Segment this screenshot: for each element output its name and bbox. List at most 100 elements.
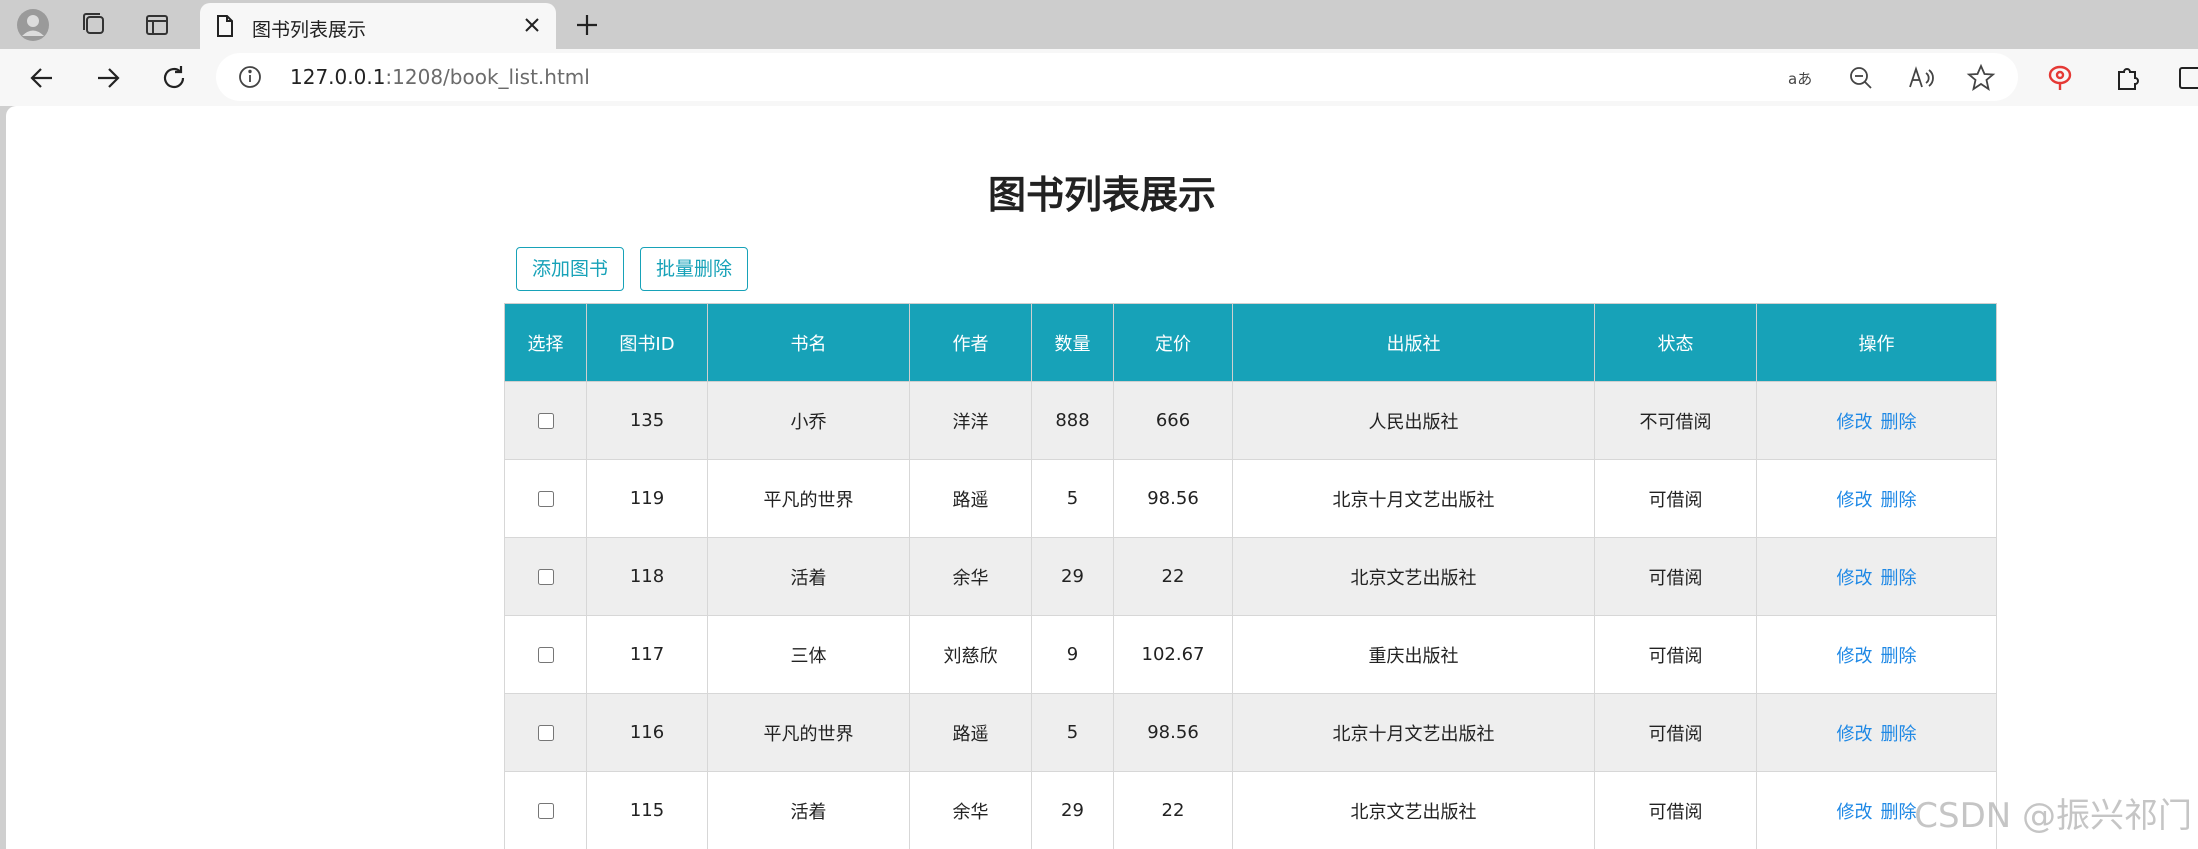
header-count: 数量: [1031, 303, 1114, 382]
table-row: 135 小乔 洋洋 888 666 人民出版社 不可借阅 修改 删除: [504, 381, 1997, 460]
count-cell: 9: [1031, 615, 1114, 694]
tab-book-list[interactable]: 图书列表展示: [200, 3, 556, 49]
edit-link[interactable]: 修改: [1837, 724, 1873, 745]
row-checkbox[interactable]: [537, 803, 554, 819]
book-name-cell: 活着: [707, 771, 910, 849]
address-bar[interactable]: 127.0.0.1:1208/book_list.html aあ: [216, 53, 2018, 101]
browser-toolbar: 127.0.0.1:1208/book_list.html aあ: [0, 49, 2198, 106]
table-header-row: 选择 图书ID 书名 作者 数量 定价 出版社 状态 操作: [504, 303, 1997, 382]
select-cell: [504, 771, 587, 849]
status-cell: 可借阅: [1594, 693, 1757, 772]
table-row: 118 活着 余华 29 22 北京文艺出版社 可借阅 修改 删除: [504, 537, 1997, 616]
delete-link[interactable]: 删除: [1881, 568, 1917, 589]
actions-cell: 修改 删除: [1756, 537, 1997, 616]
price-cell: 666: [1113, 381, 1233, 460]
edit-link[interactable]: 修改: [1837, 568, 1873, 589]
price-cell: 22: [1113, 771, 1233, 849]
row-checkbox[interactable]: [537, 647, 554, 663]
profile-avatar-icon[interactable]: [16, 8, 50, 42]
delete-link[interactable]: 删除: [1881, 490, 1917, 511]
delete-link[interactable]: 删除: [1881, 646, 1917, 667]
select-cell: [504, 459, 587, 538]
page-title: 图书列表展示: [987, 173, 1216, 217]
price-cell: 22: [1113, 537, 1233, 616]
price-cell: 98.56: [1113, 459, 1233, 538]
new-tab-icon[interactable]: [570, 8, 604, 42]
batch-delete-button[interactable]: 批量删除: [640, 247, 748, 291]
row-checkbox[interactable]: [537, 725, 554, 741]
favorite-star-icon[interactable]: [1966, 63, 1996, 93]
header-author: 作者: [909, 303, 1032, 382]
vertical-tabs-icon[interactable]: [140, 8, 174, 42]
header-book-name: 书名: [707, 303, 910, 382]
select-cell: [504, 693, 587, 772]
translate-icon[interactable]: aあ: [1786, 63, 1816, 93]
close-tab-icon[interactable]: [518, 11, 546, 39]
header-price: 定价: [1113, 303, 1233, 382]
split-screen-icon[interactable]: [2178, 60, 2198, 96]
price-cell: 98.56: [1113, 693, 1233, 772]
book-name-cell: 小乔: [707, 381, 910, 460]
delete-link[interactable]: 删除: [1881, 802, 1917, 823]
edit-link[interactable]: 修改: [1837, 802, 1873, 823]
delete-link[interactable]: 删除: [1881, 412, 1917, 433]
count-cell: 5: [1031, 693, 1114, 772]
author-cell: 路遥: [909, 693, 1032, 772]
page-viewport: 图书列表展示 添加图书 批量删除 选择 图书ID 书名 作者 数量 定价 出版社…: [6, 106, 2198, 849]
edit-link[interactable]: 修改: [1837, 490, 1873, 511]
edit-link[interactable]: 修改: [1837, 412, 1873, 433]
book-id-cell: 115: [586, 771, 708, 849]
row-checkbox[interactable]: [537, 569, 554, 585]
back-icon[interactable]: [24, 60, 60, 96]
actions-cell: 修改 删除: [1756, 381, 1997, 460]
forward-icon[interactable]: [90, 60, 126, 96]
price-cell: 102.67: [1113, 615, 1233, 694]
row-checkbox[interactable]: [537, 491, 554, 507]
header-publisher: 出版社: [1232, 303, 1595, 382]
publisher-cell: 北京十月文艺出版社: [1232, 693, 1595, 772]
collections-icon[interactable]: [78, 8, 112, 42]
extension-red-icon[interactable]: [2042, 60, 2078, 96]
book-id-cell: 118: [586, 537, 708, 616]
url-path: :1208/book_list.html: [385, 65, 590, 89]
table-row: 116 平凡的世界 路遥 5 98.56 北京十月文艺出版社 可借阅 修改 删除: [504, 693, 1997, 772]
status-cell: 不可借阅: [1594, 381, 1757, 460]
site-info-icon[interactable]: [238, 65, 262, 89]
row-checkbox[interactable]: [537, 413, 554, 429]
book-id-cell: 135: [586, 381, 708, 460]
book-id-cell: 117: [586, 615, 708, 694]
url-host: 127.0.0.1: [290, 65, 386, 89]
status-cell: 可借阅: [1594, 615, 1757, 694]
tab-title: 图书列表展示: [252, 19, 367, 41]
page-icon: [217, 15, 233, 37]
header-select: 选择: [504, 303, 587, 382]
table-row: 117 三体 刘慈欣 9 102.67 重庆出版社 可借阅 修改 删除: [504, 615, 1997, 694]
book-name-cell: 平凡的世界: [707, 693, 910, 772]
author-cell: 洋洋: [909, 381, 1032, 460]
book-name-cell: 三体: [707, 615, 910, 694]
add-book-button[interactable]: 添加图书: [516, 247, 624, 291]
count-cell: 29: [1031, 771, 1114, 849]
author-cell: 余华: [909, 537, 1032, 616]
zoom-out-icon[interactable]: [1846, 63, 1876, 93]
select-cell: [504, 537, 587, 616]
delete-link[interactable]: 删除: [1881, 724, 1917, 745]
count-cell: 5: [1031, 459, 1114, 538]
refresh-icon[interactable]: [156, 60, 192, 96]
status-cell: 可借阅: [1594, 537, 1757, 616]
actions-cell: 修改 删除: [1756, 693, 1997, 772]
table-row: 119 平凡的世界 路遥 5 98.56 北京十月文艺出版社 可借阅 修改 删除: [504, 459, 1997, 538]
header-book-id: 图书ID: [586, 303, 708, 382]
edit-link[interactable]: 修改: [1837, 646, 1873, 667]
select-cell: [504, 615, 587, 694]
book-id-cell: 119: [586, 459, 708, 538]
extensions-puzzle-icon[interactable]: [2110, 60, 2146, 96]
url-text[interactable]: 127.0.0.1:1208/book_list.html: [290, 65, 590, 89]
publisher-cell: 北京文艺出版社: [1232, 537, 1595, 616]
read-aloud-icon[interactable]: [1906, 63, 1936, 93]
select-cell: [504, 381, 587, 460]
table-row: 115 活着 余华 29 22 北京文艺出版社 可借阅 修改 删除: [504, 771, 1997, 849]
publisher-cell: 北京文艺出版社: [1232, 771, 1595, 849]
status-cell: 可借阅: [1594, 771, 1757, 849]
count-cell: 888: [1031, 381, 1114, 460]
